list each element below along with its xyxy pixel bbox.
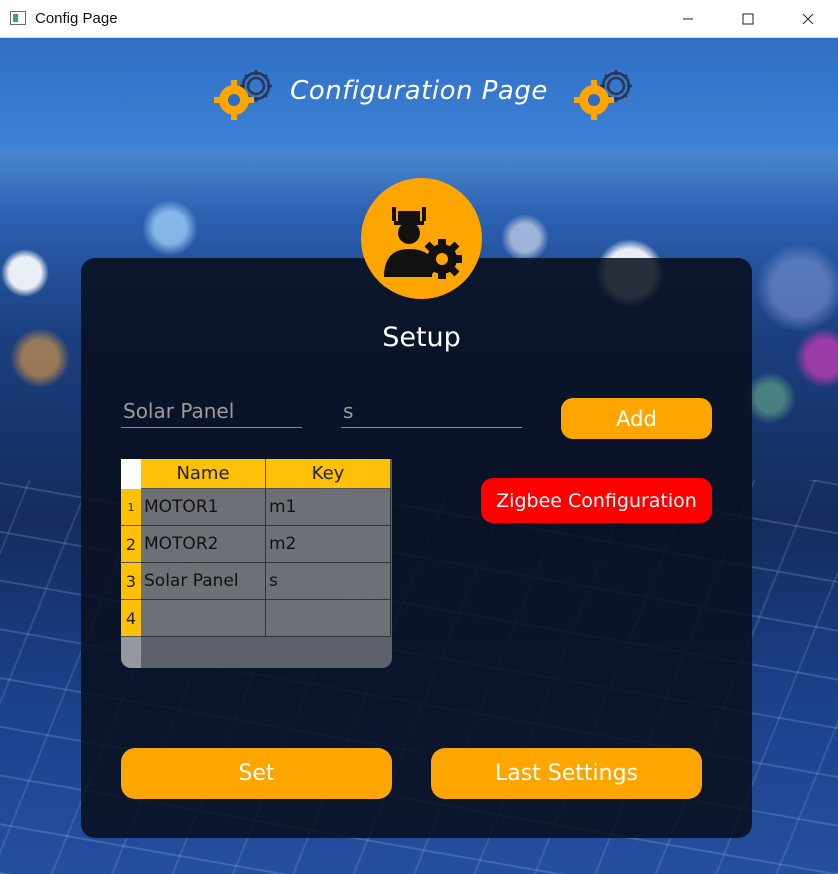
- table-cell-name[interactable]: Solar Panel: [141, 563, 266, 600]
- close-button[interactable]: [778, 0, 838, 38]
- row-header[interactable]: 3: [121, 563, 141, 600]
- name-field[interactable]: [121, 394, 302, 428]
- table-cell-name[interactable]: [141, 600, 266, 637]
- last-settings-button[interactable]: Last Settings: [431, 748, 702, 799]
- table-cell-key[interactable]: s: [266, 563, 391, 600]
- table-cell-key[interactable]: [266, 600, 391, 637]
- close-icon: [802, 13, 814, 25]
- table-cell-name[interactable]: MOTOR1: [141, 489, 266, 526]
- table-footer: [121, 637, 141, 668]
- window-title-bar: Config Page: [0, 0, 838, 38]
- window-title: Config Page: [35, 10, 118, 27]
- name-input[interactable]: [121, 394, 302, 427]
- gear-icon: [574, 70, 632, 120]
- engineer-gear-icon: [361, 178, 482, 299]
- devices-table[interactable]: Name Key 1 MOTOR1 m1 2 MOTOR2 m2 3 Solar…: [121, 459, 392, 668]
- add-button[interactable]: Add: [561, 398, 712, 439]
- maximize-button[interactable]: [718, 0, 778, 38]
- key-field[interactable]: [341, 394, 522, 428]
- key-input[interactable]: [341, 394, 522, 427]
- page-header-title: Configuration Page: [290, 76, 548, 106]
- app-icon: [10, 11, 26, 25]
- column-header-name[interactable]: Name: [141, 459, 266, 489]
- table-cell-key[interactable]: m2: [266, 526, 391, 563]
- maximize-icon: [742, 13, 754, 25]
- setup-title: Setup: [382, 322, 461, 353]
- table-corner[interactable]: [121, 459, 141, 489]
- row-header[interactable]: 1: [121, 489, 141, 526]
- row-header[interactable]: 2: [121, 526, 141, 563]
- minimize-icon: [683, 18, 693, 20]
- row-header[interactable]: 4: [121, 600, 141, 637]
- zigbee-configuration-button[interactable]: Zigbee Configuration: [481, 478, 712, 523]
- set-button[interactable]: Set: [121, 748, 392, 799]
- table-cell-key[interactable]: m1: [266, 489, 391, 526]
- minimize-button[interactable]: [658, 0, 718, 38]
- table-cell-name[interactable]: MOTOR2: [141, 526, 266, 563]
- column-header-key[interactable]: Key: [266, 459, 391, 489]
